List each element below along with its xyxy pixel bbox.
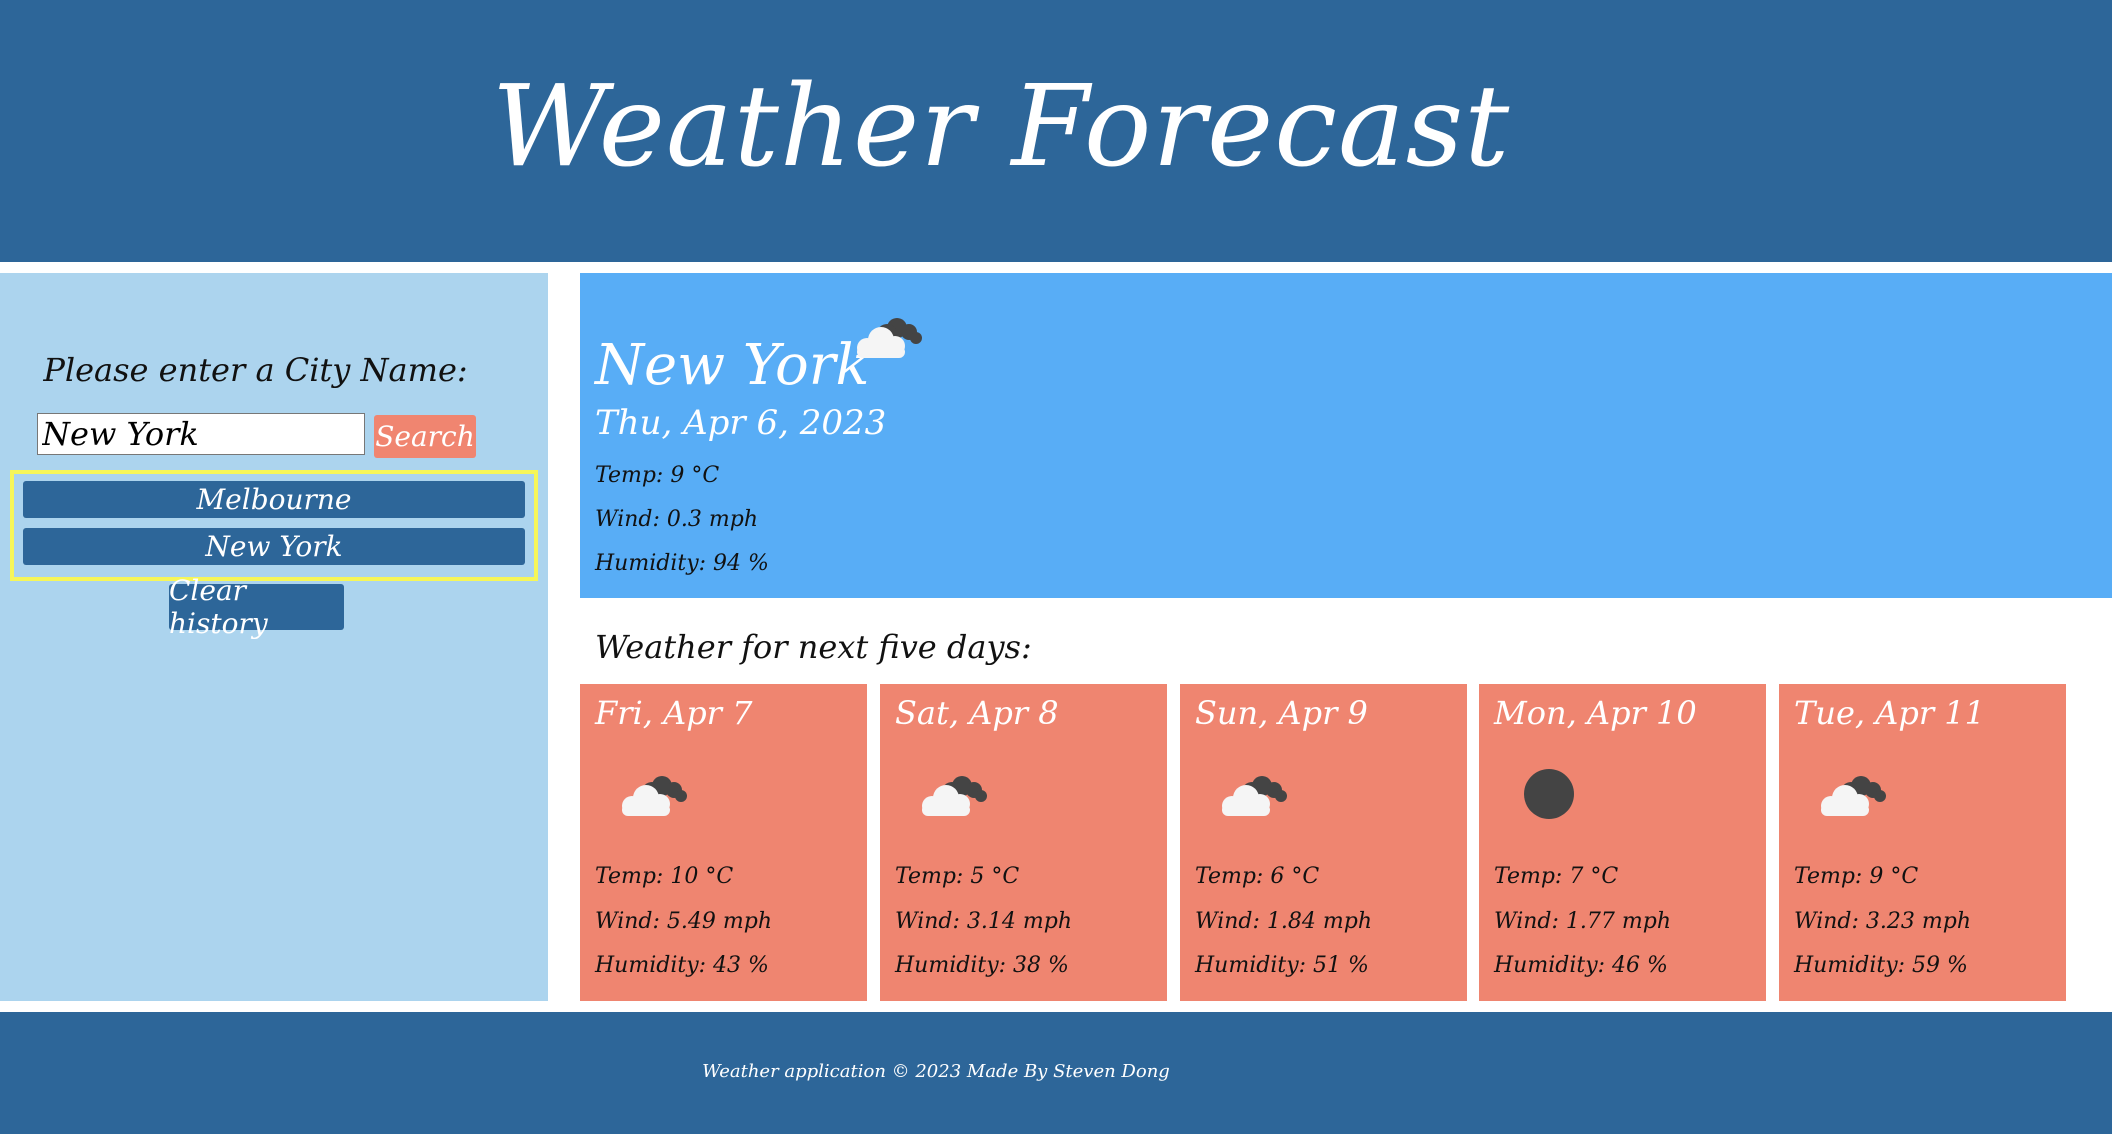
forecast-day: Mon, Apr 10: [1494, 694, 1697, 732]
forecast-day: Sat, Apr 8: [895, 694, 1059, 732]
forecast-humidity: Humidity: 43 %: [595, 953, 769, 978]
forecast-humidity: Humidity: 59 %: [1794, 953, 1968, 978]
forecast-temp: Temp: 7 °C: [1494, 864, 1619, 889]
forecast-card: Sun, Apr 9 Temp: 6 °C Wind: 1.84 mph Hum…: [1180, 684, 1467, 1001]
current-wind: Wind: 0.3 mph: [595, 507, 759, 532]
forecast-wind: Wind: 3.23 mph: [1794, 909, 1972, 934]
cloud-icon: [622, 776, 687, 816]
forecast-temp: Temp: 10 °C: [595, 864, 734, 889]
forecast-wind: Wind: 3.14 mph: [895, 909, 1073, 934]
current-temp: Temp: 9 °C: [595, 463, 720, 488]
search-button[interactable]: Search: [374, 415, 476, 458]
history-item-melbourne[interactable]: Melbourne: [23, 481, 525, 518]
forecast-temp: Temp: 5 °C: [895, 864, 1020, 889]
cloud-icon: [857, 318, 922, 358]
footer-text: Weather application © 2023 Made By Steve…: [702, 1060, 1170, 1082]
search-history-list: Melbourne New York: [10, 470, 538, 581]
forecast-humidity: Humidity: 38 %: [895, 953, 1069, 978]
forecast-humidity: Humidity: 46 %: [1494, 953, 1668, 978]
forecast-day: Fri, Apr 7: [595, 694, 753, 732]
current-humidity: Humidity: 94 %: [595, 551, 769, 576]
forecast-card: Mon, Apr 10 Temp: 7 °C Wind: 1.77 mph Hu…: [1479, 684, 1766, 1001]
cloud-icon: [1222, 776, 1287, 816]
search-sidebar: Please enter a City Name: Search Melbour…: [0, 273, 548, 1001]
forecast-card: Fri, Apr 7 Temp: 10 °C Wind: 5.49 mph Hu…: [580, 684, 867, 1001]
forecast-day: Sun, Apr 9: [1195, 694, 1368, 732]
cloud-icon: [922, 776, 987, 816]
forecast-temp: Temp: 9 °C: [1794, 864, 1919, 889]
cloud-icon: [1821, 776, 1886, 816]
clear-history-button[interactable]: Clear history: [169, 574, 344, 640]
current-city-name: New York: [595, 333, 870, 398]
history-item-new-york[interactable]: New York: [23, 528, 525, 565]
forecast-card: Sat, Apr 8 Temp: 5 °C Wind: 3.14 mph Hum…: [880, 684, 1167, 1001]
page-title: Weather Forecast: [491, 62, 1511, 192]
forecast-temp: Temp: 6 °C: [1195, 864, 1320, 889]
forecast-wind: Wind: 5.49 mph: [595, 909, 773, 934]
page-footer: Weather application © 2023 Made By Steve…: [0, 1012, 2112, 1134]
forecast-title: Weather for next five days:: [595, 628, 1032, 666]
dark-circle-icon: [1524, 769, 1574, 819]
current-weather-panel: New York Thu, Apr 6, 2023 Temp: 9 °C Win…: [580, 273, 2112, 598]
city-search-input[interactable]: [37, 413, 365, 455]
forecast-card: Tue, Apr 11 Temp: 9 °C Wind: 3.23 mph Hu…: [1779, 684, 2066, 1001]
search-prompt: Please enter a City Name:: [43, 351, 468, 389]
forecast-day: Tue, Apr 11: [1794, 694, 1986, 732]
current-date: Thu, Apr 6, 2023: [595, 403, 887, 443]
forecast-wind: Wind: 1.77 mph: [1494, 909, 1672, 934]
forecast-humidity: Humidity: 51 %: [1195, 953, 1369, 978]
page-header: Weather Forecast: [0, 0, 2112, 262]
forecast-wind: Wind: 1.84 mph: [1195, 909, 1373, 934]
